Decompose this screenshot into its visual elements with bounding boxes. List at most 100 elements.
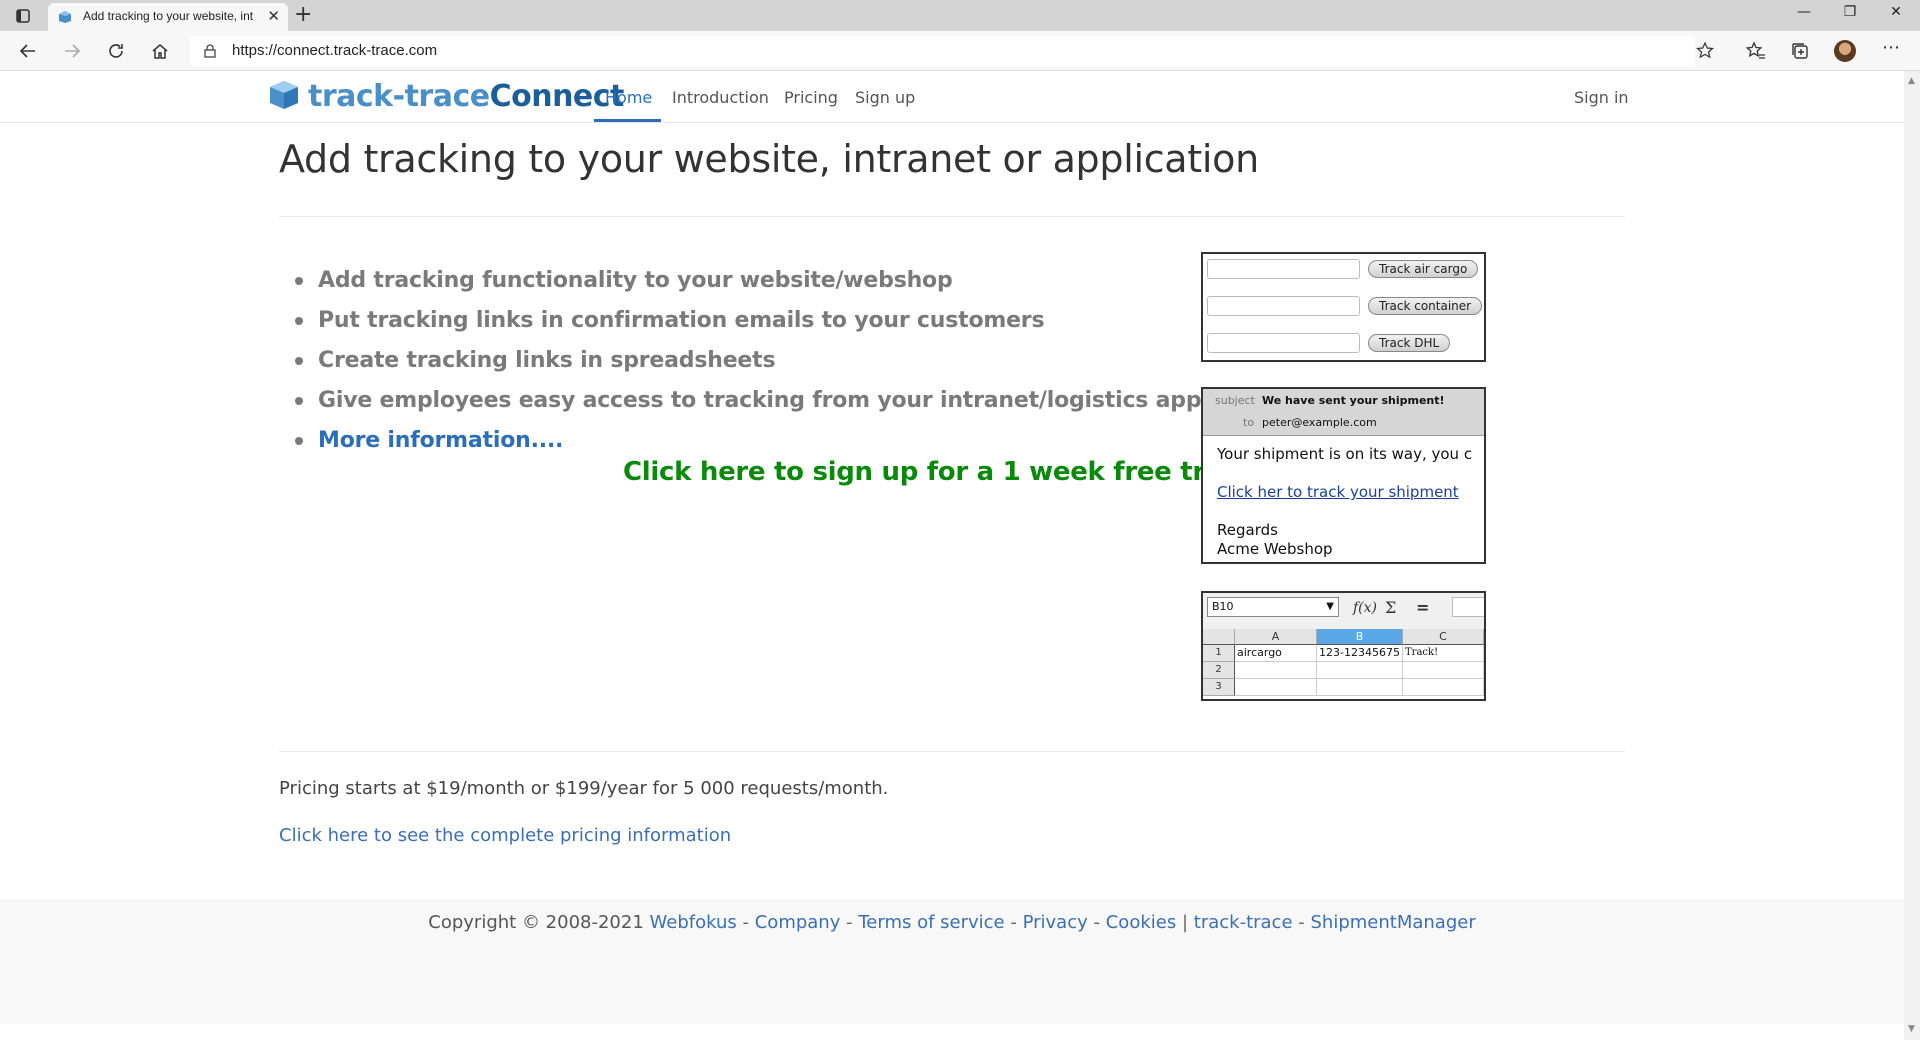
sum-icon[interactable]: Σ [1385, 598, 1396, 617]
favorites-icon[interactable] [1746, 41, 1766, 61]
widget-row: Track container [1207, 296, 1483, 320]
email-regards: Regards [1217, 521, 1278, 539]
tab-close-icon[interactable]: ✕ [267, 7, 280, 25]
bullet [295, 277, 303, 285]
pricing-details-link[interactable]: Click here to see the complete pricing i… [279, 825, 731, 846]
vertical-scrollbar[interactable] [1904, 71, 1920, 1040]
footer: Copyright © 2008-2021 Webfokus - Company… [0, 899, 1904, 1024]
email-subject: We have sent your shipment! [1262, 394, 1445, 407]
web-page: track-traceConnect Home Introduction Pri… [0, 71, 1904, 1040]
browser-tab[interactable]: Add tracking to your website, int ✕ [48, 3, 288, 31]
scroll-down-icon[interactable]: ▼ [1908, 1024, 1915, 1034]
function-wizard-icon[interactable]: f(x) [1353, 600, 1377, 616]
nav-signin[interactable]: Sign in [1574, 88, 1629, 107]
corner-cell [1203, 629, 1235, 645]
nav-introduction[interactable]: Introduction [672, 88, 769, 107]
page-title: Add tracking to your website, intranet o… [279, 137, 1259, 181]
widget-row: Track air cargo [1207, 259, 1479, 283]
scroll-up-icon[interactable]: ▲ [1908, 76, 1915, 86]
tab-title: Add tracking to your website, int [83, 9, 253, 23]
brand-name: track-traceConnect [308, 79, 624, 114]
signup-trial-link[interactable]: Click here to sign up for a 1 week free … [623, 457, 1251, 487]
formula-icon[interactable]: = [1416, 598, 1429, 617]
lock-icon [204, 44, 216, 58]
footer-link-shipmentmanager[interactable]: ShipmentManager [1311, 912, 1476, 933]
cell-b2[interactable] [1317, 662, 1403, 679]
bullet [295, 437, 303, 445]
cell-b1[interactable]: 123-12345675 [1317, 645, 1403, 662]
home-icon[interactable] [150, 41, 170, 61]
feature-item: Add tracking functionality to your websi… [293, 261, 1201, 301]
to-label: to [1243, 416, 1255, 429]
track-dhl-button[interactable]: Track DHL [1368, 334, 1451, 352]
email-body: Your shipment is on its way, you c [1217, 445, 1473, 463]
bullet [295, 357, 303, 365]
subject-label: subject [1215, 394, 1255, 407]
pricing-summary: Pricing starts at $19/month or $199/year… [279, 778, 889, 799]
bullet [295, 397, 303, 405]
column-header-c[interactable]: C [1403, 629, 1484, 645]
column-header-a[interactable]: A [1235, 629, 1317, 645]
email-signature: Acme Webshop [1217, 540, 1333, 558]
cell-b3[interactable] [1317, 679, 1403, 696]
refresh-icon[interactable] [106, 41, 126, 61]
air-cargo-input[interactable] [1207, 259, 1360, 279]
more-info-link[interactable]: More information.... [293, 421, 1201, 461]
cell-c2[interactable] [1403, 662, 1484, 679]
track-container-button[interactable]: Track container [1368, 297, 1483, 315]
footer-link-webfokus[interactable]: Webfokus [650, 912, 737, 933]
email-track-link[interactable]: Click her to track your shipment [1217, 483, 1459, 501]
row-header-2[interactable]: 2 [1203, 662, 1235, 679]
more-options-icon[interactable]: ⋯ [1882, 37, 1902, 58]
nav-home[interactable]: Home [605, 88, 652, 107]
nav-pricing[interactable]: Pricing [784, 88, 838, 107]
browser-toolbar: https://connect.track-trace.com ⋯ [0, 31, 1920, 71]
forward-icon[interactable] [62, 41, 82, 61]
collections-icon[interactable] [1790, 41, 1810, 61]
tracking-widget-demo: Track air cargo Track container Track DH… [1201, 252, 1486, 362]
bullet [295, 317, 303, 325]
add-favorite-icon[interactable] [1696, 42, 1716, 60]
column-header-b[interactable]: B [1317, 629, 1403, 645]
track-air-cargo-button[interactable]: Track air cargo [1368, 260, 1479, 278]
footer-link-terms[interactable]: Terms of service [858, 912, 1004, 933]
feature-list: Add tracking functionality to your websi… [293, 261, 1202, 461]
nav-signup[interactable]: Sign up [855, 88, 915, 107]
tab-actions-icon[interactable] [14, 7, 32, 25]
minimize-icon[interactable]: — [1794, 4, 1814, 20]
restore-icon[interactable]: ❐ [1840, 4, 1860, 20]
cell-a1[interactable]: aircargo [1235, 645, 1317, 662]
email-to: peter@example.com [1262, 416, 1377, 429]
feature-item: Create tracking links in spreadsheets [293, 341, 1201, 381]
footer-link-cookies[interactable]: Cookies [1106, 912, 1176, 933]
sheet-grid: A B C 1 2 3 aircargo 123-12345675 Track! [1203, 629, 1484, 699]
dhl-input[interactable] [1207, 333, 1360, 353]
favicon-cube-icon [59, 11, 71, 23]
close-window-icon[interactable]: ✕ [1886, 4, 1906, 20]
widget-row: Track DHL [1207, 333, 1479, 357]
divider [279, 216, 1625, 217]
active-nav-indicator [594, 119, 661, 122]
footer-links: Copyright © 2008-2021 Webfokus - Company… [428, 912, 1476, 933]
name-box[interactable]: B10 ▼ [1207, 597, 1339, 617]
footer-link-privacy[interactable]: Privacy [1023, 912, 1088, 933]
cell-c1[interactable]: Track! [1403, 645, 1484, 662]
address-bar[interactable]: https://connect.track-trace.com [190, 36, 1714, 66]
url-text: https://connect.track-trace.com [232, 42, 438, 59]
cell-a2[interactable] [1235, 662, 1317, 679]
profile-avatar[interactable] [1834, 40, 1856, 62]
back-icon[interactable] [18, 41, 38, 61]
cell-c3[interactable] [1403, 679, 1484, 696]
footer-link-track-trace[interactable]: track-trace [1194, 912, 1293, 933]
email-demo: subject We have sent your shipment! to p… [1201, 387, 1486, 564]
site-navbar: track-traceConnect Home Introduction Pri… [0, 71, 1904, 123]
cell-a3[interactable] [1235, 679, 1317, 696]
row-header-1[interactable]: 1 [1203, 645, 1235, 662]
spreadsheet-demo: B10 ▼ f(x) Σ = A B C 1 2 3 aircargo 123-1… [1201, 591, 1486, 701]
container-input[interactable] [1207, 296, 1360, 316]
footer-link-company[interactable]: Company [755, 912, 841, 933]
new-tab-button[interactable]: + [294, 3, 312, 27]
cube-logo-icon [270, 81, 298, 109]
formula-input[interactable] [1452, 597, 1484, 617]
row-header-3[interactable]: 3 [1203, 679, 1235, 696]
